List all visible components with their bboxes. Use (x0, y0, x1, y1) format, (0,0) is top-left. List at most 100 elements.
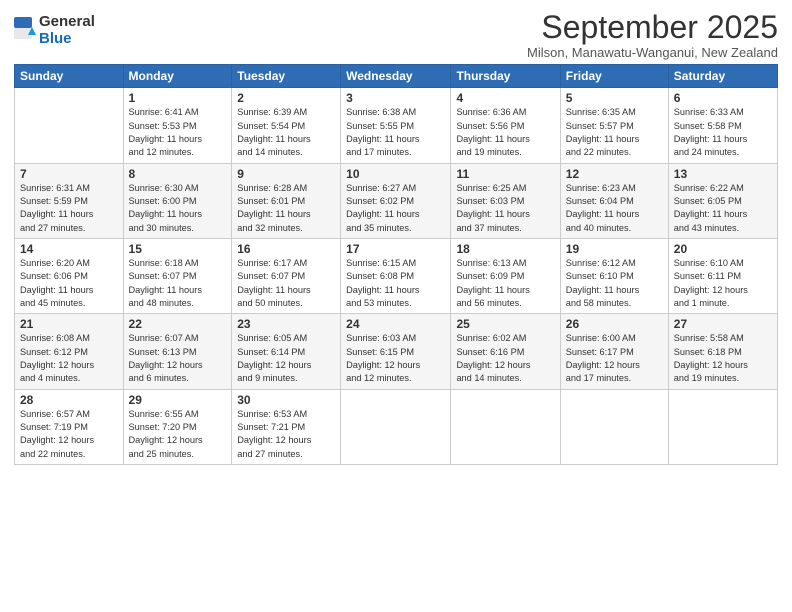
day-info: Sunrise: 6:02 AM Sunset: 6:16 PM Dayligh… (456, 332, 554, 385)
calendar-cell: 14Sunrise: 6:20 AM Sunset: 6:06 PM Dayli… (15, 238, 124, 313)
calendar-cell: 28Sunrise: 6:57 AM Sunset: 7:19 PM Dayli… (15, 389, 124, 464)
day-number: 17 (346, 242, 445, 256)
calendar-cell: 19Sunrise: 6:12 AM Sunset: 6:10 PM Dayli… (560, 238, 668, 313)
day-info: Sunrise: 6:55 AM Sunset: 7:20 PM Dayligh… (129, 408, 227, 461)
day-header-saturday: Saturday (668, 65, 777, 88)
calendar-table: SundayMondayTuesdayWednesdayThursdayFrid… (14, 64, 778, 465)
calendar-cell: 2Sunrise: 6:39 AM Sunset: 5:54 PM Daylig… (232, 88, 341, 163)
calendar-cell: 20Sunrise: 6:10 AM Sunset: 6:11 PM Dayli… (668, 238, 777, 313)
day-info: Sunrise: 6:39 AM Sunset: 5:54 PM Dayligh… (237, 106, 335, 159)
logo: General Blue (14, 14, 95, 47)
location-text: Milson, Manawatu-Wanganui, New Zealand (527, 45, 778, 60)
week-row-4: 21Sunrise: 6:08 AM Sunset: 6:12 PM Dayli… (15, 314, 778, 389)
day-info: Sunrise: 6:20 AM Sunset: 6:06 PM Dayligh… (20, 257, 118, 310)
day-info: Sunrise: 6:27 AM Sunset: 6:02 PM Dayligh… (346, 182, 445, 235)
calendar-cell: 23Sunrise: 6:05 AM Sunset: 6:14 PM Dayli… (232, 314, 341, 389)
day-number: 14 (20, 242, 118, 256)
day-number: 22 (129, 317, 227, 331)
day-info: Sunrise: 6:33 AM Sunset: 5:58 PM Dayligh… (674, 106, 772, 159)
day-number: 12 (566, 167, 663, 181)
calendar-cell (451, 389, 560, 464)
day-number: 11 (456, 167, 554, 181)
calendar-cell: 26Sunrise: 6:00 AM Sunset: 6:17 PM Dayli… (560, 314, 668, 389)
calendar-cell: 7Sunrise: 6:31 AM Sunset: 5:59 PM Daylig… (15, 163, 124, 238)
calendar-cell: 21Sunrise: 6:08 AM Sunset: 6:12 PM Dayli… (15, 314, 124, 389)
day-number: 5 (566, 91, 663, 105)
day-info: Sunrise: 6:05 AM Sunset: 6:14 PM Dayligh… (237, 332, 335, 385)
calendar-cell: 13Sunrise: 6:22 AM Sunset: 6:05 PM Dayli… (668, 163, 777, 238)
calendar-cell: 8Sunrise: 6:30 AM Sunset: 6:00 PM Daylig… (123, 163, 232, 238)
calendar-cell (560, 389, 668, 464)
day-info: Sunrise: 6:25 AM Sunset: 6:03 PM Dayligh… (456, 182, 554, 235)
day-number: 16 (237, 242, 335, 256)
day-number: 27 (674, 317, 772, 331)
day-number: 15 (129, 242, 227, 256)
calendar-cell: 4Sunrise: 6:36 AM Sunset: 5:56 PM Daylig… (451, 88, 560, 163)
day-info: Sunrise: 6:10 AM Sunset: 6:11 PM Dayligh… (674, 257, 772, 310)
day-number: 18 (456, 242, 554, 256)
calendar-cell (341, 389, 451, 464)
calendar-cell (668, 389, 777, 464)
calendar-cell: 16Sunrise: 6:17 AM Sunset: 6:07 PM Dayli… (232, 238, 341, 313)
day-info: Sunrise: 6:28 AM Sunset: 6:01 PM Dayligh… (237, 182, 335, 235)
calendar-cell: 9Sunrise: 6:28 AM Sunset: 6:01 PM Daylig… (232, 163, 341, 238)
day-info: Sunrise: 6:15 AM Sunset: 6:08 PM Dayligh… (346, 257, 445, 310)
day-info: Sunrise: 6:36 AM Sunset: 5:56 PM Dayligh… (456, 106, 554, 159)
day-info: Sunrise: 6:57 AM Sunset: 7:19 PM Dayligh… (20, 408, 118, 461)
day-number: 13 (674, 167, 772, 181)
week-row-3: 14Sunrise: 6:20 AM Sunset: 6:06 PM Dayli… (15, 238, 778, 313)
day-number: 1 (129, 91, 227, 105)
calendar-cell: 17Sunrise: 6:15 AM Sunset: 6:08 PM Dayli… (341, 238, 451, 313)
month-title: September 2025 (527, 10, 778, 45)
day-number: 30 (237, 393, 335, 407)
logo-icon (14, 17, 36, 45)
week-row-5: 28Sunrise: 6:57 AM Sunset: 7:19 PM Dayli… (15, 389, 778, 464)
logo-text: General Blue (39, 14, 95, 47)
day-info: Sunrise: 6:38 AM Sunset: 5:55 PM Dayligh… (346, 106, 445, 159)
day-header-monday: Monday (123, 65, 232, 88)
calendar-page: General Blue September 2025 Milson, Mana… (0, 0, 792, 612)
week-row-2: 7Sunrise: 6:31 AM Sunset: 5:59 PM Daylig… (15, 163, 778, 238)
day-number: 3 (346, 91, 445, 105)
day-info: Sunrise: 6:23 AM Sunset: 6:04 PM Dayligh… (566, 182, 663, 235)
day-number: 21 (20, 317, 118, 331)
day-info: Sunrise: 6:07 AM Sunset: 6:13 PM Dayligh… (129, 332, 227, 385)
calendar-cell: 18Sunrise: 6:13 AM Sunset: 6:09 PM Dayli… (451, 238, 560, 313)
day-number: 7 (20, 167, 118, 181)
calendar-cell: 6Sunrise: 6:33 AM Sunset: 5:58 PM Daylig… (668, 88, 777, 163)
week-row-1: 1Sunrise: 6:41 AM Sunset: 5:53 PM Daylig… (15, 88, 778, 163)
day-number: 29 (129, 393, 227, 407)
calendar-cell: 5Sunrise: 6:35 AM Sunset: 5:57 PM Daylig… (560, 88, 668, 163)
day-number: 9 (237, 167, 335, 181)
day-number: 24 (346, 317, 445, 331)
day-info: Sunrise: 6:08 AM Sunset: 6:12 PM Dayligh… (20, 332, 118, 385)
logo-general-text: General (39, 14, 95, 31)
day-number: 6 (674, 91, 772, 105)
day-info: Sunrise: 6:03 AM Sunset: 6:15 PM Dayligh… (346, 332, 445, 385)
day-number: 4 (456, 91, 554, 105)
day-number: 26 (566, 317, 663, 331)
calendar-cell: 15Sunrise: 6:18 AM Sunset: 6:07 PM Dayli… (123, 238, 232, 313)
day-info: Sunrise: 6:30 AM Sunset: 6:00 PM Dayligh… (129, 182, 227, 235)
calendar-cell (15, 88, 124, 163)
logo-blue-text: Blue (39, 31, 95, 48)
day-number: 8 (129, 167, 227, 181)
calendar-cell: 12Sunrise: 6:23 AM Sunset: 6:04 PM Dayli… (560, 163, 668, 238)
calendar-cell: 30Sunrise: 6:53 AM Sunset: 7:21 PM Dayli… (232, 389, 341, 464)
day-number: 23 (237, 317, 335, 331)
calendar-cell: 27Sunrise: 5:58 AM Sunset: 6:18 PM Dayli… (668, 314, 777, 389)
day-header-thursday: Thursday (451, 65, 560, 88)
page-header: General Blue September 2025 Milson, Mana… (14, 10, 778, 60)
day-number: 10 (346, 167, 445, 181)
calendar-cell: 11Sunrise: 6:25 AM Sunset: 6:03 PM Dayli… (451, 163, 560, 238)
day-info: Sunrise: 5:58 AM Sunset: 6:18 PM Dayligh… (674, 332, 772, 385)
day-info: Sunrise: 6:53 AM Sunset: 7:21 PM Dayligh… (237, 408, 335, 461)
calendar-cell: 29Sunrise: 6:55 AM Sunset: 7:20 PM Dayli… (123, 389, 232, 464)
day-info: Sunrise: 6:13 AM Sunset: 6:09 PM Dayligh… (456, 257, 554, 310)
day-info: Sunrise: 6:41 AM Sunset: 5:53 PM Dayligh… (129, 106, 227, 159)
calendar-cell: 1Sunrise: 6:41 AM Sunset: 5:53 PM Daylig… (123, 88, 232, 163)
day-number: 28 (20, 393, 118, 407)
calendar-cell: 3Sunrise: 6:38 AM Sunset: 5:55 PM Daylig… (341, 88, 451, 163)
calendar-cell: 24Sunrise: 6:03 AM Sunset: 6:15 PM Dayli… (341, 314, 451, 389)
day-header-friday: Friday (560, 65, 668, 88)
